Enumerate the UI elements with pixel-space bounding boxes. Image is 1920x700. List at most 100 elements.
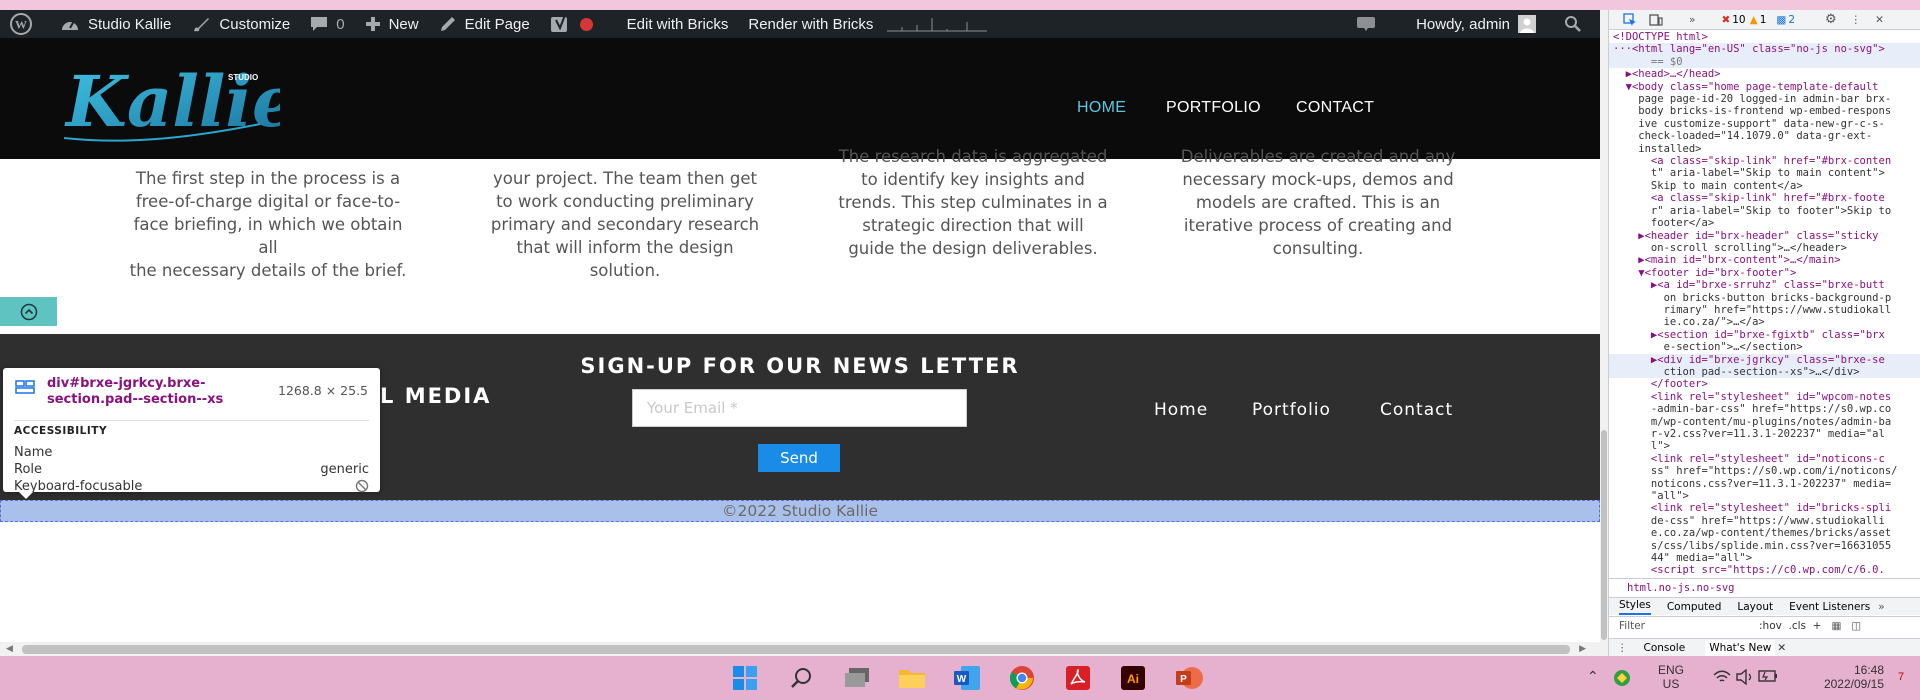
dom-tree-line[interactable]: -admin-bar-css" href="https://s0.wp.co bbox=[1609, 403, 1920, 415]
tab-whats-new[interactable]: What's New bbox=[1705, 639, 1776, 656]
dom-tree-line[interactable]: s/css/libs/splide.min.css?ver=16631055 bbox=[1609, 540, 1920, 552]
search-toggle[interactable] bbox=[1554, 10, 1600, 38]
my-account-menu[interactable]: Howdy, admin bbox=[1406, 10, 1554, 38]
dom-tree-line[interactable]: e-section">…</section> bbox=[1609, 341, 1920, 353]
tab-layout[interactable]: Layout bbox=[1737, 601, 1773, 613]
drawer-menu-icon[interactable]: ⋮ bbox=[1617, 642, 1628, 654]
vertical-scrollbar[interactable] bbox=[1600, 10, 1608, 656]
dom-tree-line[interactable]: rimary" href="https://www.studiokall bbox=[1609, 304, 1920, 316]
dom-tree-line[interactable]: ▶<div id="brxe-jgrkcy" class="brxe-se bbox=[1609, 353, 1920, 366]
elements-dom-tree[interactable]: <!DOCTYPE html> ···<html lang="en-US" cla… bbox=[1609, 31, 1920, 579]
email-input[interactable]: Your Email * bbox=[632, 389, 967, 427]
dom-tree-line[interactable]: ▶<section id="brxe-fgixtb" class="brx bbox=[1609, 329, 1920, 341]
dom-tree-line[interactable]: <a class="skip-link" href="#brx-foote bbox=[1609, 192, 1920, 204]
more-tabs-icon[interactable]: » bbox=[1689, 14, 1695, 26]
scroll-right-arrow-icon[interactable]: ▶ bbox=[1579, 643, 1586, 654]
close-tab-icon[interactable]: ✕ bbox=[1777, 642, 1786, 654]
app-tray-icon[interactable] bbox=[1613, 669, 1631, 687]
kebab-menu-icon[interactable]: ⋮ bbox=[1851, 14, 1862, 26]
dom-tree-line[interactable]: l"> bbox=[1609, 440, 1920, 452]
more-tabs-icon[interactable]: » bbox=[1878, 601, 1884, 613]
dom-tree-line[interactable]: ▶<header id="brx-header" class="sticky bbox=[1609, 230, 1920, 242]
site-logo[interactable]: Kallie STUDIO bbox=[60, 48, 297, 148]
footer-nav-portfolio[interactable]: Portfolio bbox=[1252, 400, 1331, 420]
horizontal-scrollbar[interactable]: ◀ ▶ bbox=[0, 642, 1600, 656]
dom-tree-line[interactable]: m/wp-content/mu-plugins/notes/admin-ba bbox=[1609, 416, 1920, 428]
dom-tree-line[interactable]: on-scroll scrolling">…</header> bbox=[1609, 242, 1920, 254]
send-button[interactable]: Send bbox=[758, 444, 840, 472]
edit-with-bricks-link[interactable]: Edit with Bricks bbox=[617, 10, 739, 38]
dom-tree-line[interactable]: noticons.css?ver=11.3.1-202237" media= bbox=[1609, 478, 1920, 490]
scroll-left-arrow-icon[interactable]: ◀ bbox=[6, 643, 13, 654]
dom-tree-line[interactable]: <link rel="stylesheet" id="wpcom-notes bbox=[1609, 391, 1920, 403]
dom-tree-line[interactable]: <link rel="stylesheet" id="noticons-c bbox=[1609, 453, 1920, 465]
dom-tree-line[interactable]: ie.co.za/">…</a> bbox=[1609, 316, 1920, 328]
dom-tree-line[interactable]: check-loaded="14.1079.0" data-gr-ext- bbox=[1609, 130, 1920, 142]
dom-tree-line[interactable]: ss" href="https://s0.wp.com/i/noticons/ bbox=[1609, 465, 1920, 477]
dom-tree-line[interactable]: ive customize-support" data-new-gr-c-s- bbox=[1609, 118, 1920, 130]
dom-tree-line[interactable]: 44" media="all"> bbox=[1609, 552, 1920, 564]
dom-tree-line[interactable]: r" aria-label="Skip to footer">Skip to bbox=[1609, 205, 1920, 217]
site-name-link[interactable]: Studio Kallie bbox=[50, 10, 181, 38]
acrobat-app[interactable] bbox=[1064, 664, 1092, 692]
notifications-link[interactable] bbox=[1346, 10, 1406, 38]
illustrator-app[interactable]: Ai bbox=[1119, 664, 1147, 692]
tab-computed[interactable]: Computed bbox=[1667, 601, 1722, 613]
comments-link[interactable]: 0 bbox=[300, 10, 354, 38]
dom-tree-line[interactable]: ▶<a id="brxe-srruhz" class="brxe-butt bbox=[1609, 279, 1920, 291]
start-button[interactable] bbox=[731, 664, 759, 692]
render-with-bricks-link[interactable]: Render with Bricks bbox=[738, 10, 1005, 38]
warning-count-badge[interactable]: ▲ 1 bbox=[1750, 14, 1767, 26]
dom-tree-line[interactable]: <a class="skip-link" href="#brx-conten bbox=[1609, 155, 1920, 167]
battery-icon[interactable] bbox=[1758, 670, 1778, 682]
seo-status[interactable] bbox=[578, 10, 617, 38]
dom-tree-line[interactable]: <script src="https://c0.wp.com/c/6.0. bbox=[1609, 564, 1920, 576]
new-style-rule-icon[interactable]: ▦ bbox=[1831, 620, 1841, 632]
footer-nav-contact[interactable]: Contact bbox=[1380, 400, 1453, 420]
dom-tree-line[interactable]: ction pad--section--xs">…</div> bbox=[1609, 365, 1920, 379]
word-app[interactable]: W bbox=[953, 664, 981, 692]
dom-tree-line[interactable]: r-v2.css?ver=11.3.1-202237" media="al bbox=[1609, 428, 1920, 440]
device-toolbar-icon[interactable] bbox=[1649, 13, 1663, 27]
tab-styles[interactable]: Styles bbox=[1619, 599, 1651, 615]
dom-tree-line[interactable]: on bricks-button bricks-background-p bbox=[1609, 292, 1920, 304]
dom-tree-line[interactable]: footer</a> bbox=[1609, 217, 1920, 229]
dom-tree-line[interactable]: ▶<main id="brx-content">…</main> bbox=[1609, 254, 1920, 266]
vertical-scroll-thumb[interactable] bbox=[1601, 430, 1607, 640]
powerpoint-app[interactable]: P bbox=[1175, 664, 1203, 692]
nav-contact[interactable]: CONTACT bbox=[1296, 99, 1374, 117]
wifi-icon[interactable] bbox=[1713, 669, 1731, 685]
yoast-seo-menu[interactable] bbox=[540, 10, 578, 38]
file-explorer-app[interactable] bbox=[898, 664, 926, 692]
dom-tree-line[interactable]: </footer> bbox=[1609, 378, 1920, 390]
message-count-badge[interactable]: ▩ 2 bbox=[1776, 14, 1795, 26]
horizontal-scroll-thumb[interactable] bbox=[22, 645, 1570, 654]
tab-event-listeners[interactable]: Event Listeners bbox=[1789, 601, 1870, 613]
dom-tree-line[interactable]: body bricks-is-frontend wp-embed-respons bbox=[1609, 105, 1920, 117]
task-view-button[interactable] bbox=[843, 664, 871, 692]
wordpress-logo[interactable]: W bbox=[0, 10, 50, 38]
dom-tree-line[interactable]: t" aria-label="Skip to main content"> bbox=[1609, 167, 1920, 179]
dom-tree-line[interactable]: ▶<head>…</head> bbox=[1609, 68, 1920, 80]
footer-nav-home[interactable]: Home bbox=[1154, 400, 1208, 420]
clock[interactable]: 16:48 2022/09/15 bbox=[1804, 663, 1884, 691]
chrome-app[interactable] bbox=[1008, 664, 1036, 692]
language-indicator[interactable]: ENG US bbox=[1658, 663, 1684, 691]
edit-page-link[interactable]: Edit Page bbox=[429, 10, 540, 38]
toggle-sidebar-icon[interactable]: ◫ bbox=[1851, 620, 1861, 632]
dom-tree-line[interactable]: ▼<body class="home page-template-default bbox=[1609, 81, 1920, 93]
nav-home[interactable]: HOME bbox=[1077, 99, 1126, 117]
dom-tree-line[interactable]: de-css" href="https://www.studiokalli bbox=[1609, 515, 1920, 527]
new-content-link[interactable]: New bbox=[355, 10, 429, 38]
dom-tree-line[interactable]: == $0 bbox=[1609, 55, 1920, 69]
dom-tree-line[interactable]: installed> bbox=[1609, 143, 1920, 155]
dom-tree-line[interactable]: ▼<footer id="brx-footer"> bbox=[1609, 267, 1920, 279]
dom-breadcrumb[interactable]: html.no-js.no-svg bbox=[1609, 578, 1920, 596]
show-hidden-icons-chevron-up-icon[interactable]: ⌃ bbox=[1587, 668, 1599, 685]
customize-link[interactable]: Customize bbox=[181, 10, 300, 38]
inspect-cursor-icon[interactable] bbox=[1623, 12, 1637, 27]
dom-tree-line[interactable]: e.co.za/wp-content/themes/bricks/asset bbox=[1609, 527, 1920, 539]
error-count-badge[interactable]: ✖ 10 bbox=[1721, 14, 1745, 26]
dom-tree-line[interactable]: Skip to main content</a> bbox=[1609, 180, 1920, 192]
dom-tree-line[interactable]: <!DOCTYPE html> bbox=[1609, 31, 1920, 43]
